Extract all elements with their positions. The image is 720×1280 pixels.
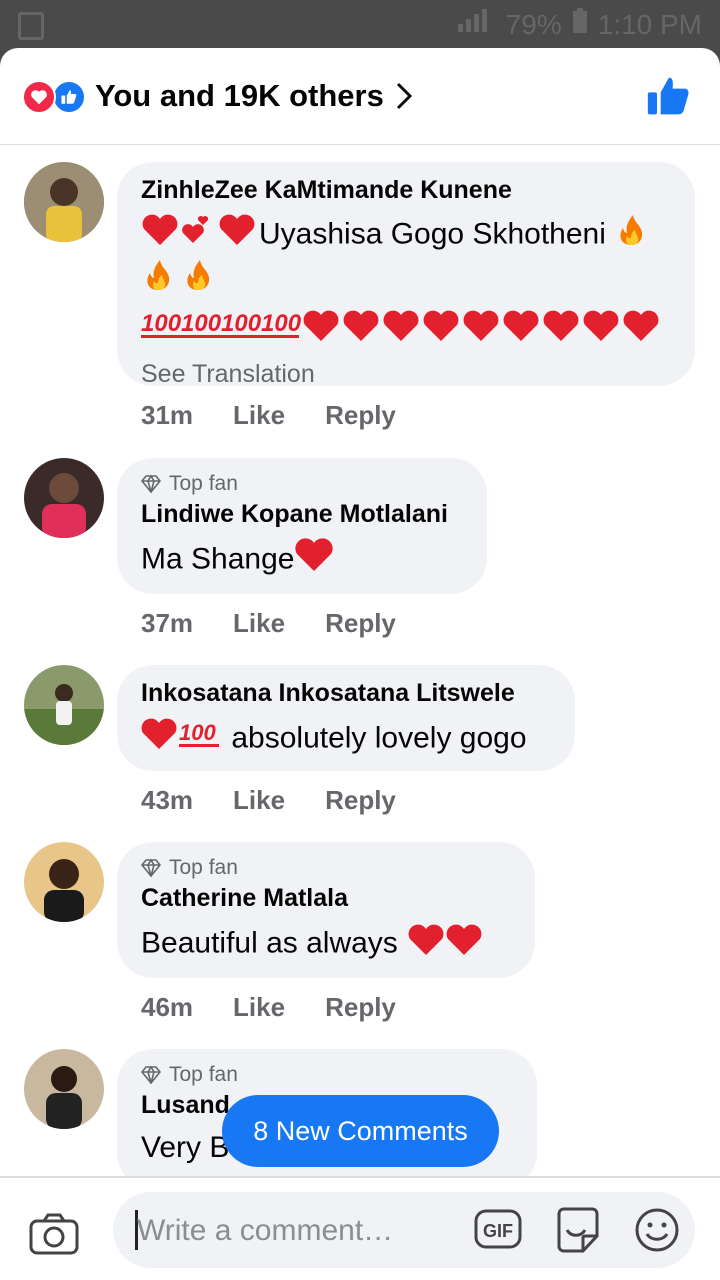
comment-input[interactable] [135, 1202, 459, 1260]
like-button-icon[interactable] [646, 74, 690, 123]
comment-text: 100 absolutely lovely gogo [141, 716, 551, 763]
commenter-name[interactable]: Lindiwe Kopane Motlalani [141, 500, 463, 529]
gif-icon[interactable]: GIF [473, 1206, 523, 1257]
comment-bubble[interactable]: Top fan Lindiwe Kopane Motlalani Ma Shan… [117, 458, 487, 594]
hearts-emoji-icon [141, 213, 259, 258]
chevron-right-icon[interactable] [392, 80, 416, 117]
comment-actions: 37m Like Reply [141, 608, 396, 639]
top-fan-badge: Top fan [141, 856, 511, 880]
reactions-summary[interactable]: You and 19K others [95, 78, 384, 114]
comment-actions: 46m Like Reply [141, 992, 396, 1023]
reactions-header[interactable]: You and 19K others [0, 48, 720, 145]
fire-emoji-icon [614, 213, 648, 258]
svg-text:100: 100 [179, 720, 216, 745]
comment-bubble[interactable]: Top fan Catherine Matlala Beautiful as a… [117, 842, 535, 978]
heart-emoji-icon [294, 537, 334, 584]
reply-link[interactable]: Reply [325, 400, 396, 431]
avatar[interactable] [24, 162, 104, 242]
hundred-and-hearts-emoji-row: 100 100 100 100 [141, 303, 671, 354]
comment-time: 31m [141, 400, 194, 430]
like-link[interactable]: Like [233, 400, 285, 431]
comment-time: 43m [141, 785, 194, 815]
comment-text-line: Beautiful as always [141, 926, 398, 960]
svg-text:100: 100 [141, 310, 182, 337]
comment-bubble[interactable]: Inkosatana Inkosatana Litswele 100 absol… [117, 665, 575, 771]
emoji-icon[interactable] [633, 1206, 681, 1259]
comment-actions: 31m Like Reply [141, 400, 396, 431]
commenter-name[interactable]: ZinhleZee KaMtimande Kunene [141, 176, 671, 205]
comment-text: Beautiful as always [141, 921, 511, 968]
heart-hundred-emoji-icon: 100 [141, 716, 223, 763]
camera-icon[interactable] [28, 1212, 80, 1261]
reply-link[interactable]: Reply [325, 785, 396, 816]
like-reaction-icon [52, 80, 86, 114]
status-right: 79% 1:10 PM [456, 8, 702, 41]
commenter-name[interactable]: Inkosatana Inkosatana Litswele [141, 679, 551, 708]
like-link[interactable]: Like [233, 785, 285, 816]
comment-text: Ma Shange [141, 537, 463, 584]
top-fan-label: Top fan [169, 472, 238, 495]
love-reaction-icon [22, 80, 56, 114]
diamond-icon [141, 859, 161, 877]
avatar[interactable] [24, 458, 104, 538]
comment-text-line: Uyashisa Gogo Skhotheni [259, 217, 606, 251]
reply-link[interactable]: Reply [325, 608, 396, 639]
top-fan-label: Top fan [169, 856, 238, 879]
svg-text:100: 100 [181, 310, 222, 337]
clock: 1:10 PM [597, 8, 702, 40]
svg-text:100: 100 [221, 310, 262, 337]
battery-icon [572, 8, 588, 41]
top-fan-badge: Top fan [141, 472, 463, 496]
battery-percent: 79% [505, 8, 562, 40]
svg-text:100: 100 [261, 310, 302, 337]
comment-composer: GIF [0, 1176, 720, 1280]
screenshot-icon [18, 12, 44, 40]
see-translation-link[interactable]: See Translation [141, 360, 671, 389]
diamond-icon [141, 475, 161, 493]
svg-text:GIF: GIF [483, 1221, 513, 1241]
comments-sheet: You and 19K others ZinhleZee KaMtimande … [0, 48, 720, 1280]
new-comments-button[interactable]: 8 New Comments [222, 1095, 499, 1167]
top-fan-label: Top fan [169, 1063, 238, 1086]
reply-link[interactable]: Reply [325, 992, 396, 1023]
comment-bubble[interactable]: ZinhleZee KaMtimande Kunene Uyashisa Gog… [117, 162, 695, 389]
commenter-name[interactable]: Catherine Matlala [141, 884, 511, 913]
fire-emoji-row [141, 258, 671, 303]
avatar[interactable] [24, 665, 104, 745]
avatar[interactable] [24, 842, 104, 922]
comment-input-container[interactable]: GIF [113, 1192, 695, 1268]
comment-text-line: absolutely lovely gogo [231, 721, 527, 755]
signal-icon [456, 8, 496, 41]
like-link[interactable]: Like [233, 992, 285, 1023]
avatar[interactable] [24, 1049, 104, 1129]
comment-time: 46m [141, 992, 194, 1022]
comment-actions: 43m Like Reply [141, 785, 396, 816]
comment-text: Uyashisa Gogo Skhotheni 100 100 100 100 [141, 213, 671, 354]
comment-time: 37m [141, 608, 194, 638]
sticker-icon[interactable] [553, 1206, 603, 1259]
hearts-emoji-icon [406, 921, 486, 968]
diamond-icon [141, 1066, 161, 1084]
comment-text-line: Ma Shange [141, 542, 295, 576]
like-link[interactable]: Like [233, 608, 285, 639]
status-bar: 79% 1:10 PM [0, 0, 720, 48]
top-fan-badge: Top fan [141, 1063, 513, 1087]
